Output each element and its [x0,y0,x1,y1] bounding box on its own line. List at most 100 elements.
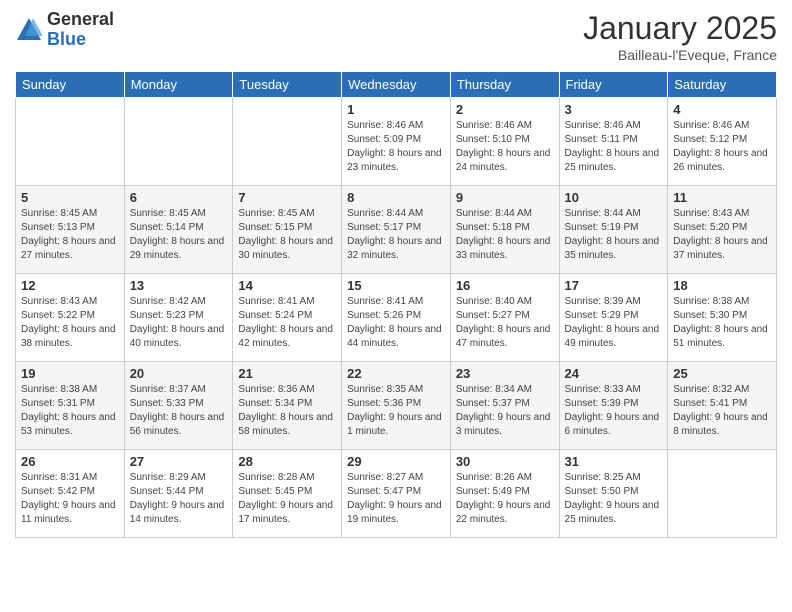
weekday-header-row: Sunday Monday Tuesday Wednesday Thursday… [16,72,777,98]
day-info: Sunrise: 8:46 AM Sunset: 5:10 PM Dayligh… [456,119,554,175]
calendar-cell [233,98,342,186]
day-number: 21 [238,366,336,381]
day-number: 23 [456,366,554,381]
day-number: 29 [347,454,445,469]
day-info: Sunrise: 8:43 AM Sunset: 5:20 PM Dayligh… [673,207,771,263]
header-tuesday: Tuesday [233,72,342,98]
calendar-cell: 18Sunrise: 8:38 AM Sunset: 5:30 PM Dayli… [668,274,777,362]
day-info: Sunrise: 8:28 AM Sunset: 5:45 PM Dayligh… [238,471,336,527]
header-sunday: Sunday [16,72,125,98]
day-info: Sunrise: 8:45 AM Sunset: 5:14 PM Dayligh… [130,207,228,263]
day-number: 11 [673,190,771,205]
day-info: Sunrise: 8:32 AM Sunset: 5:41 PM Dayligh… [673,383,771,439]
calendar-cell: 15 Sunrise: 8:41 AM Sunset: 5:26 PM Dayli… [342,274,451,362]
header-wednesday: Wednesday [342,72,451,98]
day-number: 17 [565,278,663,293]
calendar-week-4: 19 Sunrise: 8:38 AM Sunset: 5:31 PM Dayli… [16,362,777,450]
day-info: Sunrise: 8:46 AM Sunset: 5:12 PM Dayligh… [673,119,771,175]
day-info: Sunrise: 8:41 AM Sunset: 5:24 PM Dayligh… [238,295,336,351]
day-number: 27 [130,454,228,469]
day-number: 5 [21,190,119,205]
day-number: 12 [21,278,119,293]
calendar-cell: 10 Sunrise: 8:44 AM Sunset: 5:19 PM Dayli… [559,186,668,274]
day-info: Sunrise: 8:43 AM Sunset: 5:22 PM Dayligh… [21,295,119,351]
calendar-cell [16,98,125,186]
day-number: 19 [21,366,119,381]
day-info: Sunrise: 8:31 AM Sunset: 5:42 PM Dayligh… [21,471,119,527]
day-info: Sunrise: 8:44 AM Sunset: 5:18 PM Dayligh… [456,207,554,263]
calendar-cell: 12 Sunrise: 8:43 AM Sunset: 5:22 PM Dayli… [16,274,125,362]
day-info: Sunrise: 8:37 AM Sunset: 5:33 PM Dayligh… [130,383,228,439]
calendar-week-5: 26 Sunrise: 8:31 AM Sunset: 5:42 PM Dayli… [16,450,777,538]
day-number: 30 [456,454,554,469]
day-info: Sunrise: 8:34 AM Sunset: 5:37 PM Dayligh… [456,383,554,439]
calendar: Sunday Monday Tuesday Wednesday Thursday… [15,71,777,538]
calendar-cell: 23 Sunrise: 8:34 AM Sunset: 5:37 PM Dayli… [450,362,559,450]
day-number: 14 [238,278,336,293]
location: Bailleau-l'Eveque, France [583,47,777,63]
header-thursday: Thursday [450,72,559,98]
day-info: Sunrise: 8:41 AM Sunset: 5:26 PM Dayligh… [347,295,445,351]
day-info: Sunrise: 8:33 AM Sunset: 5:39 PM Dayligh… [565,383,663,439]
header-friday: Friday [559,72,668,98]
day-number: 24 [565,366,663,381]
day-info: Sunrise: 8:44 AM Sunset: 5:19 PM Dayligh… [565,207,663,263]
calendar-cell: 24 Sunrise: 8:33 AM Sunset: 5:39 PM Dayli… [559,362,668,450]
day-number: 1 [347,102,445,117]
calendar-cell: 30Sunrise: 8:26 AM Sunset: 5:49 PM Dayli… [450,450,559,538]
logo-general: General [47,10,114,30]
day-number: 10 [565,190,663,205]
calendar-cell: 19 Sunrise: 8:38 AM Sunset: 5:31 PM Dayli… [16,362,125,450]
calendar-cell: 8Sunrise: 8:44 AM Sunset: 5:17 PM Daylig… [342,186,451,274]
page: General Blue January 2025 Bailleau-l'Eve… [0,0,792,612]
calendar-cell: 28 Sunrise: 8:28 AM Sunset: 5:45 PM Dayli… [233,450,342,538]
calendar-cell: 20 Sunrise: 8:37 AM Sunset: 5:33 PM Dayli… [124,362,233,450]
day-info: Sunrise: 8:45 AM Sunset: 5:15 PM Dayligh… [238,207,336,263]
calendar-cell: 13Sunrise: 8:42 AM Sunset: 5:23 PM Dayli… [124,274,233,362]
calendar-cell: 4Sunrise: 8:46 AM Sunset: 5:12 PM Daylig… [668,98,777,186]
day-info: Sunrise: 8:40 AM Sunset: 5:27 PM Dayligh… [456,295,554,351]
title-section: January 2025 Bailleau-l'Eveque, France [583,10,777,63]
day-info: Sunrise: 8:38 AM Sunset: 5:31 PM Dayligh… [21,383,119,439]
day-info: Sunrise: 8:45 AM Sunset: 5:13 PM Dayligh… [21,207,119,263]
day-info: Sunrise: 8:39 AM Sunset: 5:29 PM Dayligh… [565,295,663,351]
day-number: 2 [456,102,554,117]
calendar-week-2: 5 Sunrise: 8:45 AM Sunset: 5:13 PM Daylig… [16,186,777,274]
day-number: 15 [347,278,445,293]
calendar-cell: 2 Sunrise: 8:46 AM Sunset: 5:10 PM Daylig… [450,98,559,186]
day-number: 9 [456,190,554,205]
day-info: Sunrise: 8:46 AM Sunset: 5:09 PM Dayligh… [347,119,445,175]
logo-icon [15,16,43,44]
calendar-cell: 6 Sunrise: 8:45 AM Sunset: 5:14 PM Daylig… [124,186,233,274]
header: General Blue January 2025 Bailleau-l'Eve… [15,10,777,63]
header-monday: Monday [124,72,233,98]
calendar-cell: 31 Sunrise: 8:25 AM Sunset: 5:50 PM Dayli… [559,450,668,538]
calendar-cell: 11 Sunrise: 8:43 AM Sunset: 5:20 PM Dayli… [668,186,777,274]
day-info: Sunrise: 8:29 AM Sunset: 5:44 PM Dayligh… [130,471,228,527]
day-number: 7 [238,190,336,205]
calendar-cell: 14 Sunrise: 8:41 AM Sunset: 5:24 PM Dayli… [233,274,342,362]
calendar-cell [124,98,233,186]
calendar-cell: 16 Sunrise: 8:40 AM Sunset: 5:27 PM Dayli… [450,274,559,362]
day-number: 20 [130,366,228,381]
calendar-cell: 21Sunrise: 8:36 AM Sunset: 5:34 PM Dayli… [233,362,342,450]
day-info: Sunrise: 8:46 AM Sunset: 5:11 PM Dayligh… [565,119,663,175]
calendar-cell: 26 Sunrise: 8:31 AM Sunset: 5:42 PM Dayli… [16,450,125,538]
month-title: January 2025 [583,10,777,47]
day-number: 31 [565,454,663,469]
calendar-cell: 29Sunrise: 8:27 AM Sunset: 5:47 PM Dayli… [342,450,451,538]
logo: General Blue [15,10,114,50]
day-info: Sunrise: 8:25 AM Sunset: 5:50 PM Dayligh… [565,471,663,527]
day-info: Sunrise: 8:38 AM Sunset: 5:30 PM Dayligh… [673,295,771,351]
calendar-cell: 3Sunrise: 8:46 AM Sunset: 5:11 PM Daylig… [559,98,668,186]
calendar-cell: 1 Sunrise: 8:46 AM Sunset: 5:09 PM Daylig… [342,98,451,186]
day-number: 16 [456,278,554,293]
calendar-cell: 9 Sunrise: 8:44 AM Sunset: 5:18 PM Daylig… [450,186,559,274]
day-number: 26 [21,454,119,469]
day-number: 6 [130,190,228,205]
day-number: 13 [130,278,228,293]
day-number: 28 [238,454,336,469]
logo-blue: Blue [47,30,114,50]
calendar-cell: 5 Sunrise: 8:45 AM Sunset: 5:13 PM Daylig… [16,186,125,274]
calendar-week-3: 12 Sunrise: 8:43 AM Sunset: 5:22 PM Dayli… [16,274,777,362]
